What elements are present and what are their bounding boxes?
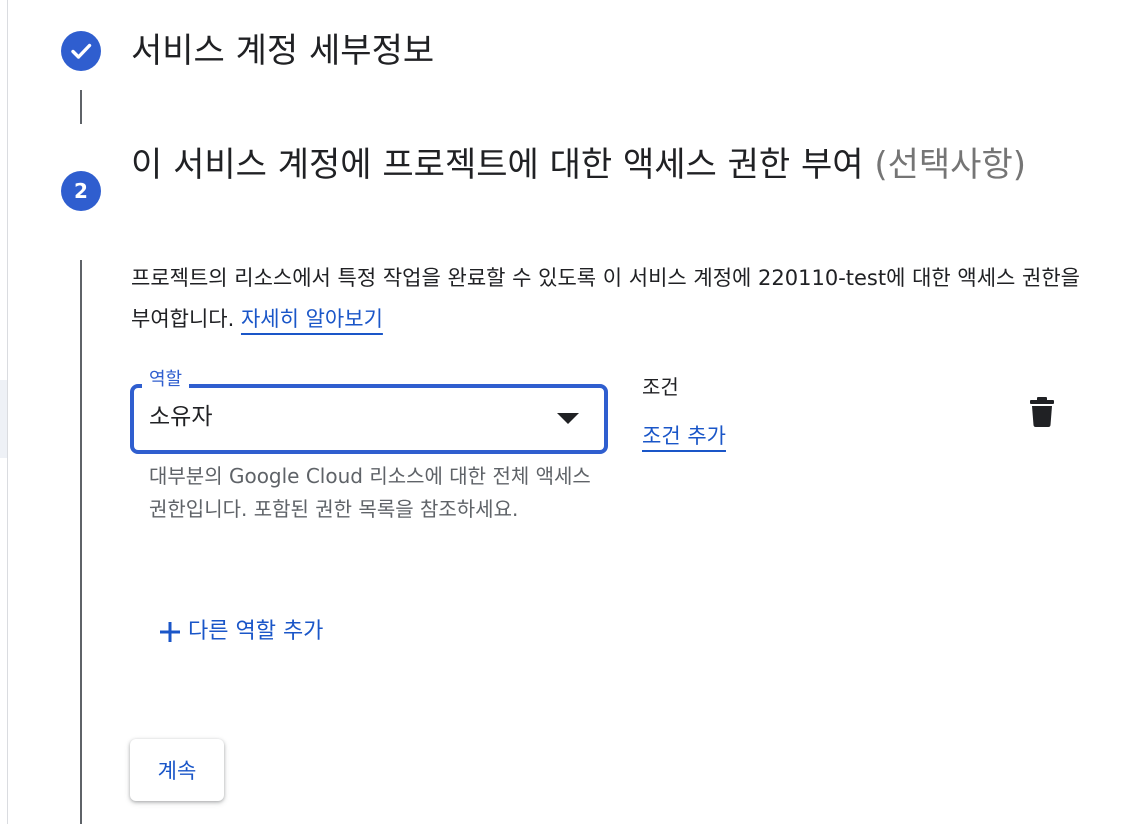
step2-title-optional: (선택사항): [874, 145, 1027, 185]
step2-title-main: 이 서비스 계정에 프로젝트에 대한 액세스 권한 부여: [131, 145, 864, 185]
add-another-role-label: 다른 역할 추가: [188, 619, 324, 644]
step-connector: [80, 90, 82, 124]
role-select-label: 역할: [142, 366, 190, 394]
left-panel-highlight: [0, 380, 7, 458]
condition-label: 조건: [642, 375, 679, 399]
step1-check-icon: [61, 31, 101, 71]
learn-more-link[interactable]: 자세히 알아보기: [241, 307, 383, 331]
add-condition-link[interactable]: 조건 추가: [642, 420, 726, 452]
dropdown-arrow-icon[interactable]: [557, 413, 579, 424]
continue-button[interactable]: 계속: [130, 739, 224, 801]
delete-role-trash-icon[interactable]: [1028, 396, 1056, 428]
step2-number-badge: 2: [61, 171, 101, 211]
step2-title: 이 서비스 계정에 프로젝트에 대한 액세스 권한 부여 (선택사항): [131, 138, 1081, 192]
add-another-role-button[interactable]: 다른 역할 추가: [158, 614, 323, 650]
service-account-stepper: 서비스 계정 세부정보 2 이 서비스 계정에 프로젝트에 대한 액세스 권한 …: [0, 0, 1138, 824]
step2-description: 프로젝트의 리소스에서 특정 작업을 완료할 수 있도록 이 서비스 계정에 2…: [131, 258, 1091, 340]
step-connector: [80, 260, 82, 824]
role-select-value[interactable]: 소유자: [149, 400, 212, 434]
step1-title[interactable]: 서비스 계정 세부정보: [131, 27, 434, 75]
check-icon: [71, 43, 92, 59]
role-help-text: 대부분의 Google Cloud 리소스에 대한 전체 액세스 권한입니다. …: [149, 464, 591, 521]
plus-icon: [160, 622, 180, 642]
